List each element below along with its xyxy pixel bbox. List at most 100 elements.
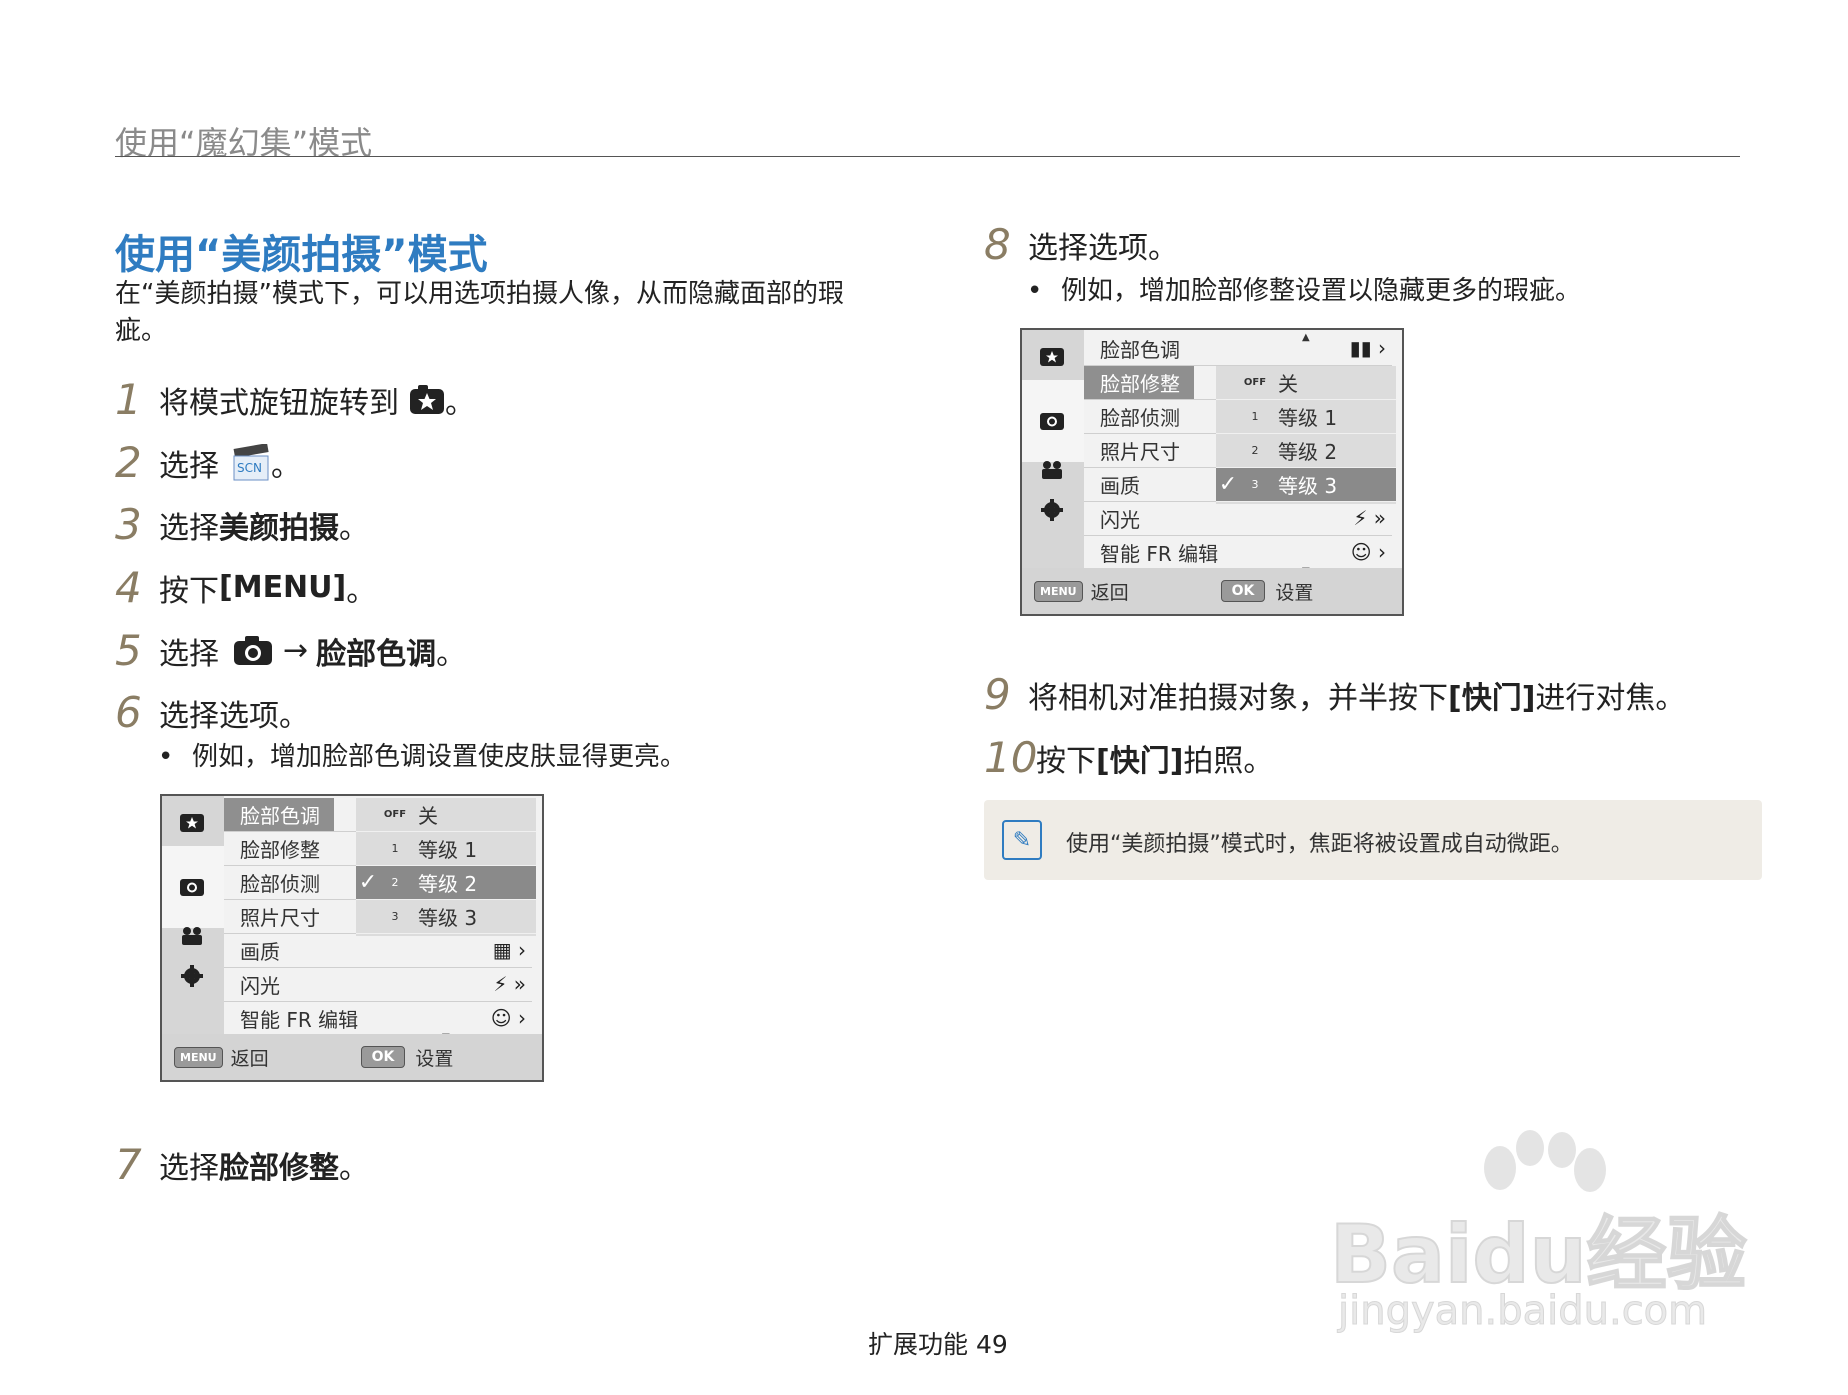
section-intro: 在“美颜拍摄”模式下，可以用选项拍摄人像，从而隐藏面部的瑕疵。	[115, 279, 844, 346]
step-7: 7 选择 脸部修整 。	[115, 1140, 369, 1189]
step-text-end: 。	[271, 448, 301, 484]
step-number: 4	[115, 563, 142, 612]
step-number: 9	[984, 670, 1011, 719]
step-text: 选择	[159, 1150, 219, 1186]
step-bold: 脸部修整	[219, 1150, 339, 1186]
step-8-bullet: • 例如，增加脸部修整设置以隐藏更多的瑕疵。	[1027, 276, 1582, 306]
face-tone-off-icon: OFF	[383, 809, 407, 820]
smart-fr-icon: ☺ ›	[490, 1006, 526, 1030]
step-bold: 脸部色调	[316, 636, 437, 672]
ok-button-icon: OK	[1220, 580, 1266, 602]
bullet-text: 例如，增加脸部修整设置以隐藏更多的瑕疵。	[1061, 276, 1582, 306]
bullet-text: 例如，增加脸部色调设置使皮肤显得更亮。	[192, 742, 687, 772]
option-row-selected[interactable]: ✓ 3 等级 3	[1216, 468, 1396, 502]
settings-gear-icon	[176, 962, 208, 990]
scn-label: SCN	[237, 460, 262, 475]
menu-item[interactable]: 智能 FR 编辑 ☺ ›	[224, 1002, 532, 1036]
step-6: 6 选择选项。	[115, 688, 309, 737]
step-10: 10 按下 [快门] 拍照。	[984, 733, 1273, 782]
option-row-selected[interactable]: ✓ 2 等级 2	[356, 866, 536, 900]
step-2: 2 选择 SCN 。	[115, 438, 301, 487]
menu-sidebar	[1022, 330, 1084, 568]
movie-icon	[1036, 456, 1068, 484]
option-row[interactable]: 1 等级 1	[1216, 400, 1396, 434]
menu-item[interactable]: 智能 FR 编辑 ☺ ›	[1084, 536, 1392, 570]
step-bold: [MENU]	[219, 570, 347, 605]
step-text: 选择	[159, 448, 219, 484]
face-retouch-level-icon: 3	[1251, 478, 1259, 491]
option-row[interactable]: 3 等级 3	[356, 900, 536, 934]
quality-icon: ▦ ›	[492, 938, 526, 962]
step-8: 8 选择选项。	[984, 220, 1178, 269]
note-pencil-icon: ✎	[1002, 820, 1042, 860]
page-footer: 扩展功能 49	[868, 1330, 1008, 1359]
step-3: 3 选择 美颜拍摄 。	[115, 500, 369, 549]
step-4: 4 按下 [MENU] 。	[115, 563, 376, 612]
step-number: 3	[115, 500, 142, 549]
step-text: 将相机对准拍摄对象，并半按下	[1028, 680, 1448, 716]
option-row[interactable]: OFF 关	[1216, 366, 1396, 400]
step-number: 2	[115, 438, 142, 487]
star-mode-icon	[176, 808, 208, 836]
step-text-end: 。	[445, 385, 475, 421]
option-row[interactable]: 1 等级 1	[356, 832, 536, 866]
menu-item[interactable]: 画质 ▦ ›	[224, 934, 532, 968]
step-text-end: 进行对焦。	[1535, 680, 1686, 716]
step-9: 9 将相机对准拍摄对象，并半按下 [快门] 进行对焦。	[984, 670, 1685, 719]
menu-item[interactable]: 闪光 ⚡ »	[224, 968, 532, 1002]
menu-item[interactable]: 闪光 ⚡ »	[1084, 502, 1392, 536]
step-number: 5	[115, 626, 142, 675]
face-tone-level-icon: 1	[391, 842, 399, 855]
option-row[interactable]: 2 等级 2	[1216, 434, 1396, 468]
option-row[interactable]: OFF 关	[356, 798, 536, 832]
ok-button-icon: OK	[360, 1046, 406, 1068]
face-retouch-off-icon: OFF	[1243, 377, 1267, 388]
face-tone-level-icon: 3	[391, 910, 399, 923]
face-retouch-level-icon: 1	[1251, 410, 1259, 423]
menu-button-icon: MENU	[174, 1046, 223, 1068]
options-panel: OFF 关 1 等级 1 2 等级 2 ✓ 3 等级 3	[1216, 366, 1396, 504]
camera-icon	[1036, 406, 1068, 434]
menu-footer: MENU 返回 OK 设置	[1022, 568, 1402, 614]
watermark-url: jingyan.baidu.com	[1337, 1288, 1708, 1335]
camera-icon	[233, 635, 273, 666]
set-label: 设置	[415, 1047, 454, 1070]
section-title: 使用“美颜拍摄”模式	[115, 232, 488, 278]
check-icon: ✓	[358, 870, 378, 895]
menu-button-icon: MENU	[1034, 580, 1083, 602]
step-text: 按下	[159, 573, 219, 609]
face-retouch-level-icon: 2	[1251, 444, 1259, 457]
scene-mode-icon: SCN	[231, 443, 271, 482]
step-text-end: 。	[339, 1150, 369, 1186]
step-text-end: 。	[346, 573, 377, 609]
star-mode-icon	[1036, 342, 1068, 370]
step-text-end: 。	[339, 510, 369, 546]
step-text: 选择	[159, 510, 219, 546]
movie-icon	[176, 922, 208, 950]
camera-menu-screenshot-1: 脸部色调 脸部修整 脸部侦测 照片尺寸 画质 ▦ › 闪光 ⚡ » 智能 FR …	[160, 794, 544, 1082]
step-number: 6	[115, 688, 142, 737]
step-number: 1	[115, 375, 142, 424]
menu-item[interactable]: 脸部色调 ▮▮ ›	[1084, 332, 1392, 366]
back-label: 返回	[230, 1047, 269, 1070]
flash-icon: ⚡ »	[493, 972, 526, 996]
smart-fr-icon: ☺ ›	[1350, 540, 1386, 564]
star-mode-icon	[409, 384, 445, 415]
step-bold: [快门]	[1096, 743, 1184, 779]
back-label: 返回	[1090, 581, 1129, 604]
menu-sidebar	[162, 796, 224, 1034]
step-text: 选择选项。	[1028, 230, 1178, 266]
step-text: 选择	[159, 636, 219, 672]
step-bold: 美颜拍摄	[219, 510, 339, 546]
step-text: 按下	[1036, 743, 1096, 779]
face-tone-icon: ▮▮ ›	[1349, 336, 1386, 360]
step-6-bullet: • 例如，增加脸部色调设置使皮肤显得更亮。	[158, 742, 687, 772]
camera-menu-screenshot-2: ▲ 脸部色调 ▮▮ › 脸部修整 脸部侦测 照片尺寸 画质 闪光 ⚡ » 智能 …	[1020, 328, 1404, 616]
face-tone-level-icon: 2	[391, 876, 399, 889]
step-number: 7	[115, 1140, 142, 1189]
step-1: 1 将模式旋钮旋转到 。	[115, 375, 475, 424]
step-text-end: 拍照。	[1183, 743, 1274, 779]
note-text: 使用“美颜拍摄”模式时，焦距将被设置成自动微距。	[1066, 832, 1573, 857]
step-number: 8	[984, 220, 1011, 269]
step-text-end: 。	[436, 636, 467, 672]
